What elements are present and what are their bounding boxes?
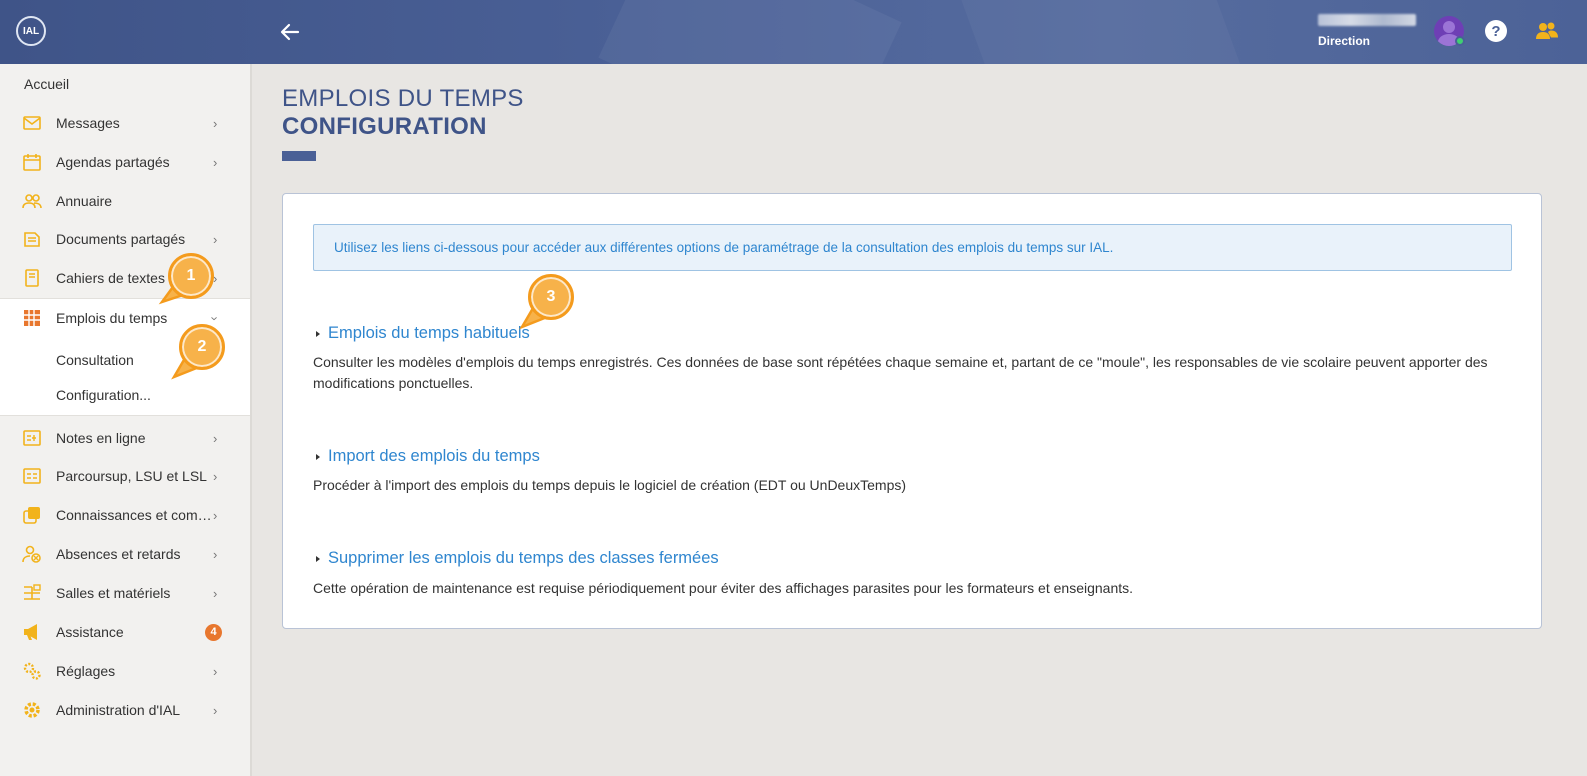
section-description: Cette opération de maintenance est requi… <box>313 580 1134 596</box>
page-title: EMPLOIS DU TEMPS <box>282 85 524 112</box>
callout-3: 3 <box>528 274 574 320</box>
chevron-right-icon: › <box>213 585 218 601</box>
sidebar-subitem-consultation[interactable]: Consultation <box>56 352 134 368</box>
chevron-right-icon: › <box>213 430 218 446</box>
sidebar-item-label: Assistance <box>56 624 124 640</box>
help-icon[interactable]: ? <box>1485 20 1507 42</box>
notification-badge: 4 <box>205 623 222 641</box>
grades-icon <box>23 430 41 446</box>
sidebar-item-label: Réglages <box>56 663 116 679</box>
sidebar: Accueil Messages › Agendas partagés › An… <box>0 64 252 776</box>
sidebar-item-label: Agendas partagés <box>56 154 170 170</box>
chevron-right-icon: › <box>213 507 218 523</box>
chevron-right-icon: › <box>213 546 218 562</box>
sidebar-item-notes[interactable]: Notes en ligne › <box>0 419 250 457</box>
sidebar-item-salles[interactable]: Salles et matériels › <box>0 574 250 612</box>
link-text[interactable]: Import des emplois du temps <box>328 447 540 466</box>
link-text[interactable]: Emplois du temps habituels <box>328 324 530 343</box>
chevron-right-icon: › <box>213 154 218 170</box>
absences-icon <box>22 545 41 563</box>
top-bar: IAL Direction ? <box>0 0 1587 64</box>
sidebar-item-reglages[interactable]: Réglages › <box>0 652 250 690</box>
directory-icon <box>22 194 42 209</box>
chevron-down-icon: › <box>207 315 223 321</box>
page-subtitle: CONFIGURATION <box>282 113 487 140</box>
chevron-right-icon: › <box>213 231 218 247</box>
sidebar-item-assistance[interactable]: Assistance 4 <box>0 613 250 651</box>
sidebar-item-label: Parcoursup, LSU et LSL <box>56 468 207 484</box>
link-supprimer-emplois[interactable]: Supprimer les emplois du temps des class… <box>313 549 719 568</box>
user-block[interactable]: Direction <box>1318 14 1418 48</box>
header-decoration <box>956 0 1244 64</box>
sidebar-item-label: Cahiers de textes <box>56 270 165 286</box>
caret-right-icon <box>316 330 320 337</box>
sidebar-item-label: Absences et retards <box>56 546 181 562</box>
sidebar-item-label: Administration d'IAL <box>56 702 181 718</box>
sidebar-item-label: Notes en ligne <box>56 430 146 446</box>
online-status-dot <box>1455 36 1465 46</box>
documents-icon <box>24 232 40 247</box>
back-arrow-icon[interactable] <box>278 20 302 44</box>
info-box: Utilisez les liens ci-dessous pour accéd… <box>313 224 1512 271</box>
sidebar-item-connaissances[interactable]: Connaissances et compétences › <box>0 496 250 534</box>
caret-right-icon <box>316 453 320 460</box>
callout-1: 1 <box>168 253 214 299</box>
skills-icon <box>23 507 40 524</box>
link-emplois-habituels[interactable]: Emplois du temps habituels <box>313 324 530 343</box>
rooms-icon <box>24 584 41 600</box>
sidebar-item-label: Salles et matériels <box>56 585 171 601</box>
sidebar-item-agendas[interactable]: Agendas partagés › <box>0 143 250 181</box>
calendar-icon <box>23 154 41 171</box>
users-icon[interactable] <box>1534 18 1560 44</box>
config-card: Utilisez les liens ci-dessous pour accéd… <box>282 193 1542 629</box>
caret-right-icon <box>316 555 320 562</box>
header-decoration <box>598 0 902 64</box>
sidebar-item-label: Emplois du temps <box>56 310 168 326</box>
sidebar-item-annuaire[interactable]: Annuaire <box>0 182 250 220</box>
sidebar-item-label: Connaissances et compétences <box>56 507 214 523</box>
chevron-right-icon: › <box>213 115 218 131</box>
title-underline <box>282 151 316 161</box>
sidebar-item-absences[interactable]: Absences et retards › <box>0 535 250 573</box>
section-description: Procéder à l'import des emplois du temps… <box>313 477 907 493</box>
notebook-icon <box>25 269 39 287</box>
section-description: Consulter les modèles d'emplois du temps… <box>313 354 1488 391</box>
link-text[interactable]: Supprimer les emplois du temps des class… <box>328 549 719 568</box>
chevron-right-icon: › <box>213 663 218 679</box>
sidebar-item-label: Annuaire <box>56 193 113 209</box>
megaphone-icon <box>24 624 37 640</box>
link-import-emplois[interactable]: Import des emplois du temps <box>313 447 540 466</box>
ial-logo[interactable]: IAL <box>16 16 46 46</box>
sidebar-item-label: Documents partagés <box>56 231 186 247</box>
messages-icon <box>23 116 41 130</box>
chevron-right-icon: › <box>213 702 218 718</box>
sidebar-item-parcoursup[interactable]: Parcoursup, LSU et LSL › <box>0 457 250 495</box>
admin-gear-icon <box>24 702 40 718</box>
timetable-icon <box>24 310 40 326</box>
parcoursup-icon <box>23 468 41 484</box>
sidebar-item-messages[interactable]: Messages › <box>0 104 250 142</box>
user-name-blurred <box>1318 14 1416 26</box>
chevron-right-icon: › <box>213 468 218 484</box>
sidebar-item-label: Messages <box>56 115 120 131</box>
callout-2: 2 <box>179 324 225 370</box>
sidebar-item-accueil[interactable]: Accueil <box>24 76 69 92</box>
info-text: Utilisez les liens ci-dessous pour accéd… <box>334 240 1114 255</box>
sidebar-subitem-configuration[interactable]: Configuration... <box>56 387 151 403</box>
settings-icon <box>23 662 41 680</box>
sidebar-item-administration[interactable]: Administration d'IAL › <box>0 691 250 729</box>
user-role: Direction <box>1318 34 1371 48</box>
